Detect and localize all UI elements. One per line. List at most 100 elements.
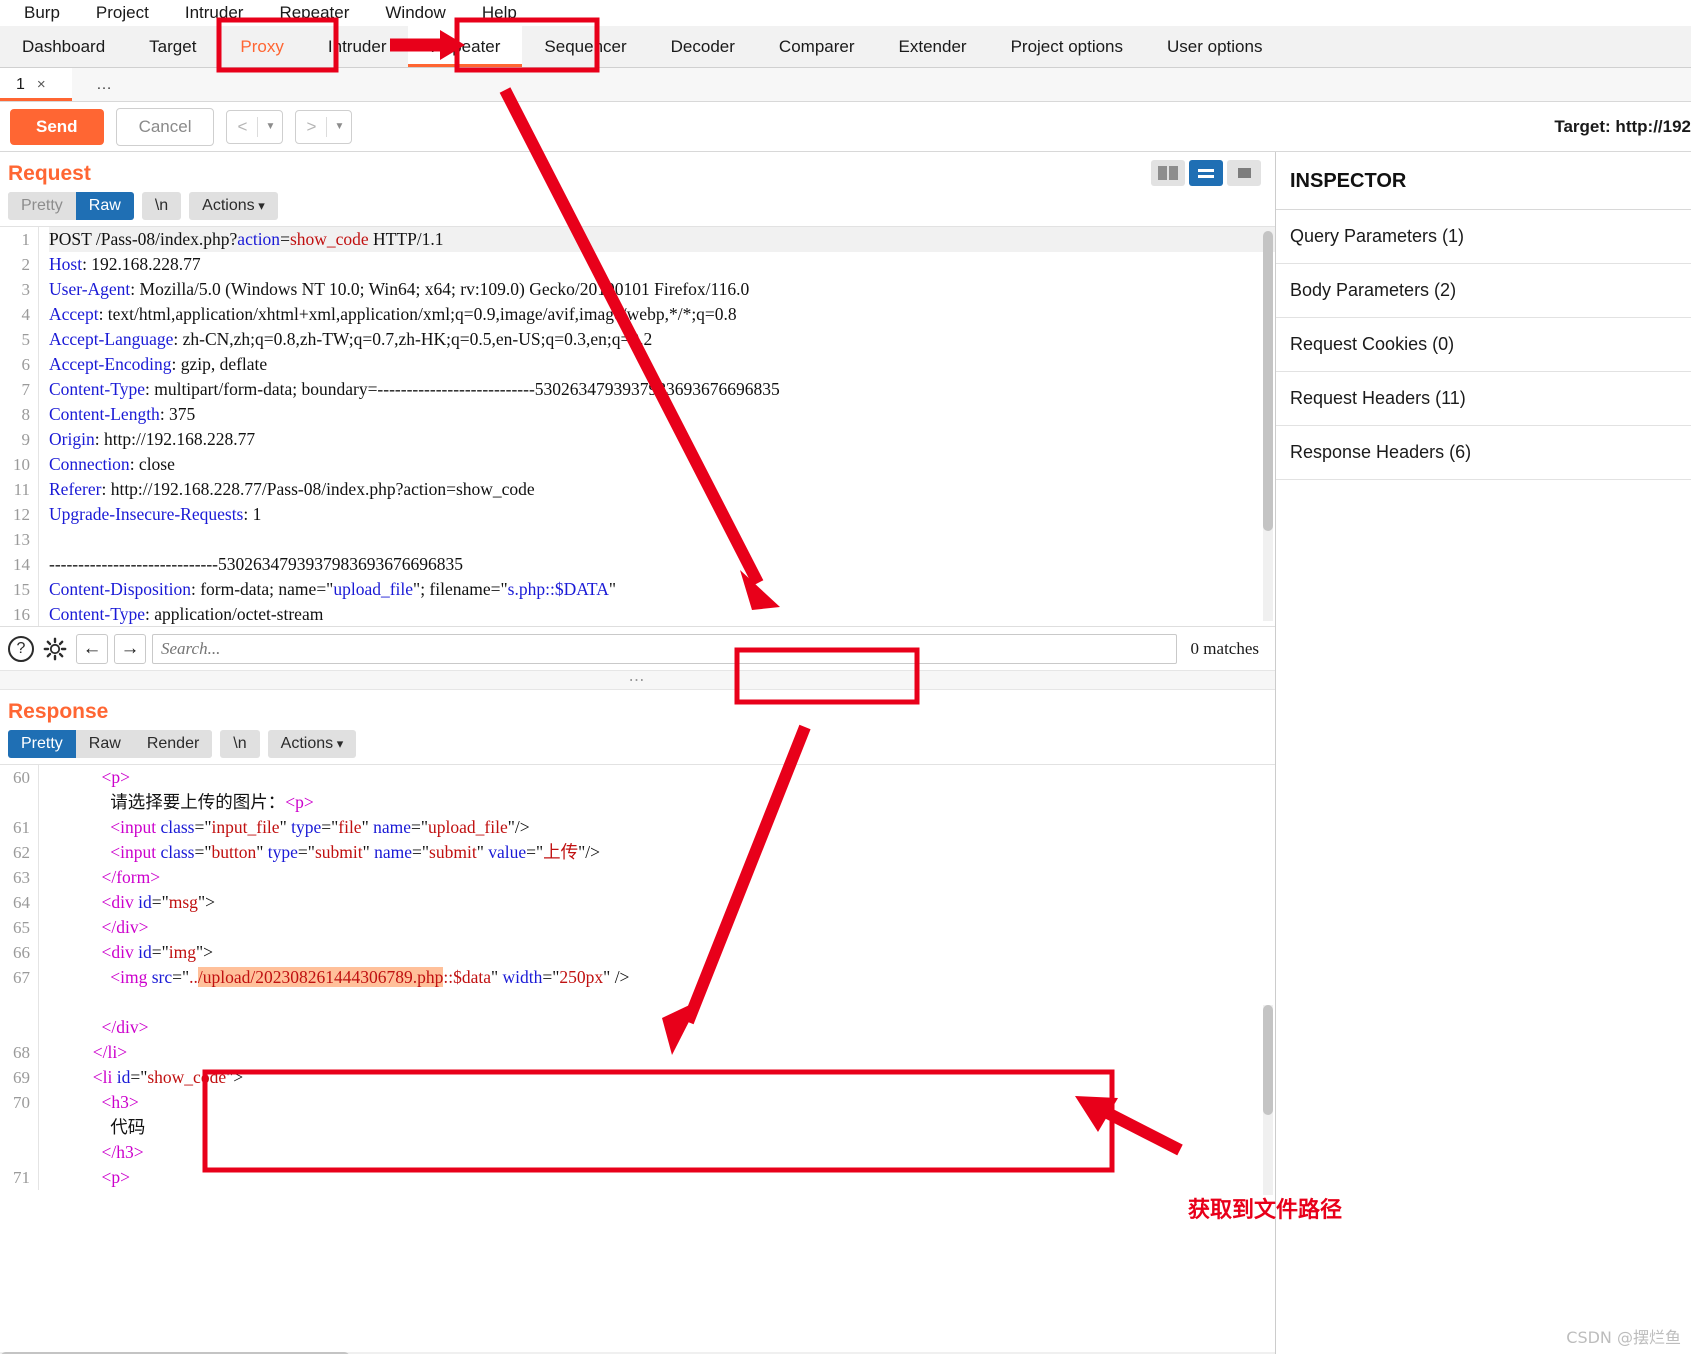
code-line[interactable]: [49, 527, 1275, 552]
code-line[interactable]: [49, 990, 1275, 1015]
code-line[interactable]: <div id="img">: [49, 940, 1275, 965]
tab-project-options[interactable]: Project options: [989, 26, 1145, 67]
code-line[interactable]: <li id="show_code">: [49, 1065, 1275, 1090]
request-line-numbers: 1234567891011121314151617: [0, 227, 38, 626]
code-line[interactable]: 代码: [49, 1115, 1275, 1140]
code-line[interactable]: Content-Type: application/octet-stream: [49, 602, 1275, 626]
code-line[interactable]: <img src="../upload/202308261444306789.p…: [49, 965, 1275, 990]
line-number: 67: [13, 968, 30, 987]
pane-splitter[interactable]: ⋯: [0, 670, 1275, 690]
inspector-row-query-parameters[interactable]: Query Parameters (1): [1276, 210, 1691, 264]
code-line[interactable]: Connection: close: [49, 452, 1275, 477]
tab-extender[interactable]: Extender: [877, 26, 989, 67]
code-line[interactable]: Referer: http://192.168.228.77/Pass-08/i…: [49, 477, 1275, 502]
tab-repeater[interactable]: Repeater: [408, 26, 523, 67]
code-line[interactable]: Accept-Encoding: gzip, deflate: [49, 352, 1275, 377]
search-prev-button[interactable]: ←: [76, 633, 108, 664]
code-line[interactable]: <div id="msg">: [49, 890, 1275, 915]
search-input[interactable]: [152, 633, 1177, 664]
code-line[interactable]: POST /Pass-08/index.php?action=show_code…: [49, 227, 1275, 252]
line-number: 15: [13, 580, 30, 599]
inspector-row-request-cookies[interactable]: Request Cookies (0): [1276, 318, 1691, 372]
code-token: : http://192.168.228.77: [94, 429, 256, 449]
code-line[interactable]: Content-Type: multipart/form-data; bound…: [49, 377, 1275, 402]
search-next-button[interactable]: →: [114, 633, 146, 664]
tab-proxy[interactable]: Proxy: [218, 26, 305, 67]
tab-decoder[interactable]: Decoder: [649, 26, 757, 67]
help-icon[interactable]: ?: [8, 635, 34, 662]
response-newline-button[interactable]: \n: [220, 730, 260, 758]
request-pretty-button[interactable]: Pretty: [8, 192, 76, 220]
response-vertical-scrollbar[interactable]: [1263, 1005, 1273, 1195]
menu-item-help[interactable]: Help: [464, 3, 535, 23]
splitter-handle-icon[interactable]: ⋯: [629, 670, 647, 690]
menu-item-repeater[interactable]: Repeater: [261, 3, 367, 23]
code-line[interactable]: <h3>: [49, 1090, 1275, 1115]
repeater-tab-more[interactable]: …: [72, 68, 136, 101]
code-line[interactable]: <input class="button" type="submit" name…: [49, 840, 1275, 865]
code-token: src: [151, 967, 173, 987]
inspector-row-request-headers[interactable]: Request Headers (11): [1276, 372, 1691, 426]
history-back-button[interactable]: < ▼: [226, 109, 284, 144]
tab-target[interactable]: Target: [127, 26, 218, 67]
code-token: Content-Disposition: [49, 579, 191, 599]
response-render-button[interactable]: Render: [133, 730, 213, 758]
code-line[interactable]: Origin: http://192.168.228.77: [49, 427, 1275, 452]
code-line[interactable]: Accept-Language: zh-CN,zh;q=0.8,zh-TW;q=…: [49, 327, 1275, 352]
request-vertical-scrollbar[interactable]: [1263, 231, 1273, 621]
layout-horizontal-split-icon[interactable]: [1189, 160, 1223, 186]
code-line[interactable]: 请选择要上传的图片：<p>: [49, 790, 1275, 815]
line-number: [0, 1015, 30, 1040]
tab-dashboard[interactable]: Dashboard: [0, 26, 127, 67]
code-line[interactable]: Host: 192.168.228.77: [49, 252, 1275, 277]
repeater-tab-1[interactable]: 1 ×: [0, 68, 72, 101]
code-line[interactable]: Content-Length: 375: [49, 402, 1275, 427]
code-line[interactable]: <p>: [49, 1165, 1275, 1190]
code-line[interactable]: Upgrade-Insecure-Requests: 1: [49, 502, 1275, 527]
response-actions-button[interactable]: Actions: [267, 730, 357, 758]
history-forward-button[interactable]: > ▼: [295, 109, 353, 144]
layout-single-pane-icon[interactable]: [1227, 160, 1261, 186]
close-icon[interactable]: ×: [37, 76, 46, 93]
inspector-row-response-headers[interactable]: Response Headers (6): [1276, 426, 1691, 480]
request-raw-button[interactable]: Raw: [75, 192, 134, 220]
search-matches-count: 0 matches: [1190, 638, 1259, 658]
line-number: 62: [13, 843, 30, 862]
code-line[interactable]: User-Agent: Mozilla/5.0 (Windows NT 10.0…: [49, 277, 1275, 302]
response-code[interactable]: <p> 请选择要上传的图片：<p> <input class="input_fi…: [38, 765, 1275, 1190]
response-editor[interactable]: 60 61 62 63 64 65 66 67 68 69 70 71 <p> 请选择要上传的图片：<…: [0, 764, 1275, 1199]
code-line[interactable]: Accept: text/html,application/xhtml+xml,…: [49, 302, 1275, 327]
code-line[interactable]: </form>: [49, 865, 1275, 890]
request-editor[interactable]: 1234567891011121314151617 POST /Pass-08/…: [0, 226, 1275, 626]
menu-item-intruder[interactable]: Intruder: [167, 3, 262, 23]
code-line[interactable]: </li>: [49, 1040, 1275, 1065]
code-token: <div: [101, 942, 139, 962]
code-line[interactable]: Content-Disposition: form-data; name="up…: [49, 577, 1275, 602]
menu-item-burp[interactable]: Burp: [6, 3, 78, 23]
tab-user-options[interactable]: User options: [1145, 26, 1284, 67]
request-code[interactable]: POST /Pass-08/index.php?action=show_code…: [38, 227, 1275, 626]
tab-comparer[interactable]: Comparer: [757, 26, 877, 67]
code-line[interactable]: </div>: [49, 1015, 1275, 1040]
code-line[interactable]: <input class="input_file" type="file" na…: [49, 815, 1275, 840]
tab-intruder[interactable]: Intruder: [306, 26, 409, 67]
layout-vertical-split-icon[interactable]: [1151, 160, 1185, 186]
send-button[interactable]: Send: [10, 108, 104, 145]
response-pretty-button[interactable]: Pretty: [8, 730, 76, 758]
request-newline-button[interactable]: \n: [141, 192, 182, 220]
cancel-button[interactable]: Cancel: [115, 107, 215, 146]
code-token: <p>: [285, 792, 314, 812]
gear-icon[interactable]: [40, 634, 70, 664]
response-raw-button[interactable]: Raw: [75, 730, 134, 758]
code-line[interactable]: <p>: [49, 765, 1275, 790]
request-actions-button[interactable]: Actions: [189, 192, 278, 220]
inspector-row-body-parameters[interactable]: Body Parameters (2): [1276, 264, 1691, 318]
code-line[interactable]: </h3>: [49, 1140, 1275, 1165]
code-token: =": [194, 817, 212, 837]
menu-item-project[interactable]: Project: [78, 3, 167, 23]
tab-sequencer[interactable]: Sequencer: [522, 26, 648, 67]
menu-item-window[interactable]: Window: [367, 3, 463, 23]
code-line[interactable]: </div>: [49, 915, 1275, 940]
code-line[interactable]: -----------------------------53026347939…: [49, 552, 1275, 577]
